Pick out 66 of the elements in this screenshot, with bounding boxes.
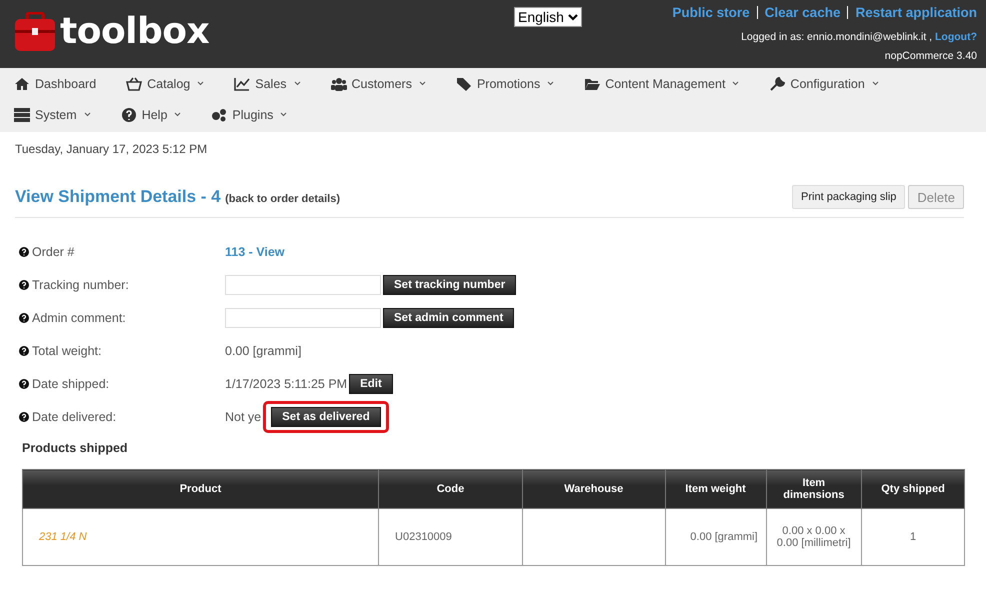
logout-link[interactable]: Logout?	[935, 31, 977, 43]
tags-icon	[456, 76, 472, 90]
table-cell: 0.00 [grammi]	[665, 508, 766, 566]
logged-in-text: Logged in as: ennio.mondini@weblink.it ,	[741, 31, 932, 43]
menu-item[interactable]: Promotions	[456, 68, 554, 99]
menu-item[interactable]: Customers	[330, 68, 426, 99]
field-label: Admin comment:	[32, 310, 126, 324]
action-button[interactable]: Set admin comment	[383, 308, 514, 328]
chart-icon	[234, 76, 250, 90]
field-label: Date shipped:	[32, 376, 110, 390]
help-icon	[19, 280, 29, 290]
field-value: 0.00 [grammi]	[225, 344, 302, 358]
column-header: Warehouse	[522, 470, 666, 508]
header-link[interactable]: Clear cache	[764, 5, 840, 20]
action-button[interactable]: Edit	[349, 374, 393, 394]
menu-item[interactable]: Sales	[234, 68, 301, 99]
order-link[interactable]: 113 - View	[225, 244, 285, 258]
menu-item[interactable]: Configuration	[769, 68, 879, 99]
back-link[interactable]: (back to order details)	[225, 193, 340, 205]
menu-item[interactable]: Catalog	[126, 68, 204, 99]
help-icon	[120, 108, 137, 122]
basket-icon	[126, 76, 142, 90]
logo-text: toolbox	[60, 12, 210, 52]
section-title: Products shipped	[22, 441, 129, 455]
language-select[interactable]: English	[514, 7, 582, 27]
menu-item[interactable]: System	[14, 99, 91, 130]
help-icon	[19, 312, 29, 322]
field-label: Total weight:	[32, 344, 102, 358]
server-icon	[14, 108, 30, 122]
field-label: Order #	[32, 244, 74, 258]
action-button[interactable]: Set as delivered	[271, 406, 381, 426]
help-icon	[19, 346, 29, 356]
users-icon	[330, 76, 347, 90]
header-link[interactable]: Public store	[672, 5, 750, 20]
column-header: Item weight	[665, 470, 766, 508]
folder-icon	[584, 76, 600, 90]
table-cell: U02310009	[378, 508, 522, 566]
header-link[interactable]: Restart application	[855, 5, 977, 20]
table-cell: 1	[862, 508, 964, 566]
field-label: Tracking number:	[32, 278, 129, 292]
input-field[interactable]	[225, 308, 381, 328]
field-value: 1/17/2023 5:11:25 PM	[225, 376, 348, 390]
field-value: Not ye	[225, 410, 262, 424]
date-text: Tuesday, January 17, 2023 5:12 PM	[15, 142, 208, 156]
table-cell: 0.00 x 0.00 x 0.00 [millimetri]	[766, 508, 862, 566]
column-header: Qty shipped	[862, 470, 964, 508]
version-text: nopCommerce 3.40	[884, 50, 977, 62]
wrench-icon	[769, 76, 786, 90]
chevron-down-icon	[568, 13, 578, 21]
page-title: View Shipment Details - 4	[15, 187, 221, 206]
home-icon	[14, 76, 30, 90]
help-icon	[19, 378, 29, 388]
action-button[interactable]: Set tracking number	[383, 274, 516, 294]
menu-item[interactable]: Help	[120, 99, 182, 130]
menu-item[interactable]: Plugins	[211, 99, 288, 130]
toolbox-icon	[14, 12, 56, 52]
field-label: Date delivered:	[32, 410, 116, 424]
print-button[interactable]: Print packaging slip	[792, 185, 906, 209]
input-field[interactable]	[225, 274, 381, 294]
column-header: Code	[378, 470, 522, 508]
column-header: Product	[22, 470, 379, 508]
help-icon	[19, 412, 29, 422]
menu-item[interactable]: Dashboard	[14, 68, 96, 99]
column-header: Item dimensions	[766, 470, 862, 508]
menu-item[interactable]: Content Management	[584, 68, 740, 99]
help-icon	[19, 246, 29, 256]
